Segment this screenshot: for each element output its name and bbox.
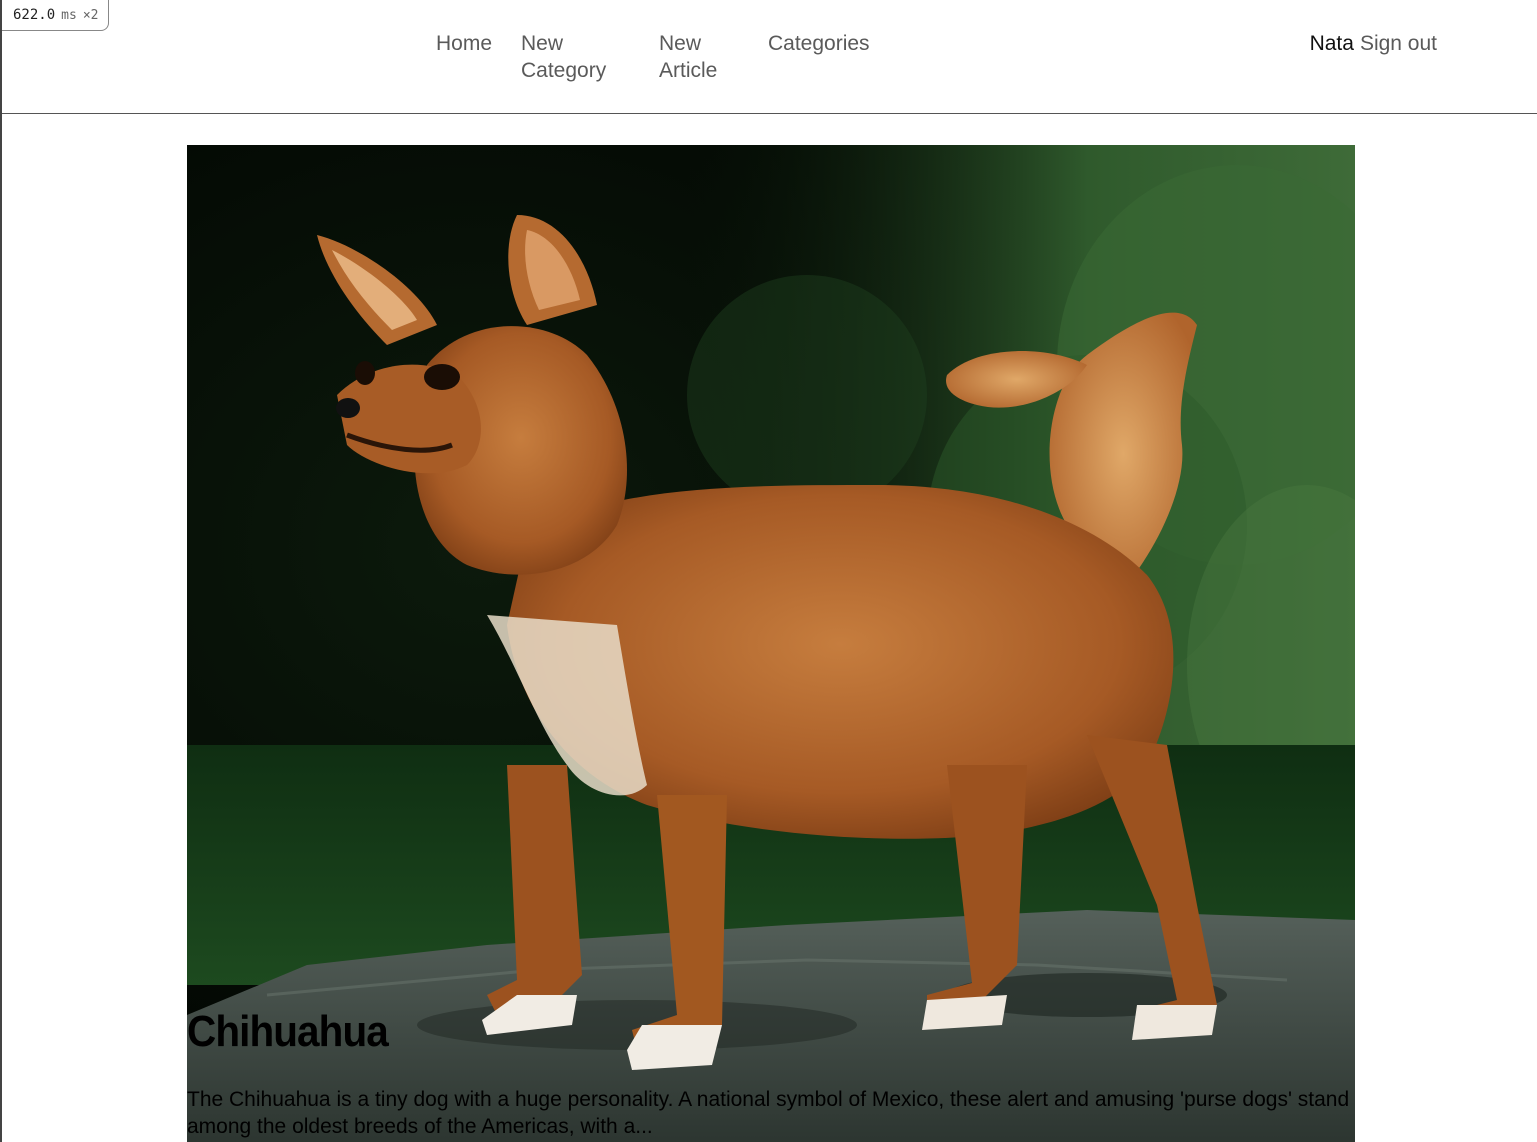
sign-out-link[interactable]: Sign out (1360, 30, 1437, 57)
timing-multiplier: ×2 (82, 7, 99, 23)
chihuahua-photo (187, 145, 1355, 1142)
article-title[interactable]: Chihuahua (187, 1007, 389, 1057)
nav-new-category-link[interactable]: New Category (521, 30, 631, 84)
page: 622.0 ms ×2 Home New Category New Articl… (0, 0, 1537, 1142)
user-area: Nata Sign out (1310, 30, 1437, 57)
timing-unit: ms (61, 7, 77, 23)
timing-badge: 622.0 ms ×2 (2, 0, 110, 31)
site-header: Home New Category New Article Categories… (2, 0, 1537, 114)
article-excerpt: The Chihuahua is a tiny dog with a huge … (187, 1088, 1350, 1138)
user-name: Nata (1309, 32, 1354, 55)
featured-article[interactable]: Chihuahua The Chihuahua is a tiny dog wi… (187, 145, 1355, 1142)
nav-categories-link[interactable]: Categories (768, 30, 870, 57)
nav-home-link[interactable]: Home (436, 30, 492, 57)
nav-new-article-link[interactable]: New Article (659, 30, 749, 84)
timing-value: 622.0 (13, 7, 56, 23)
